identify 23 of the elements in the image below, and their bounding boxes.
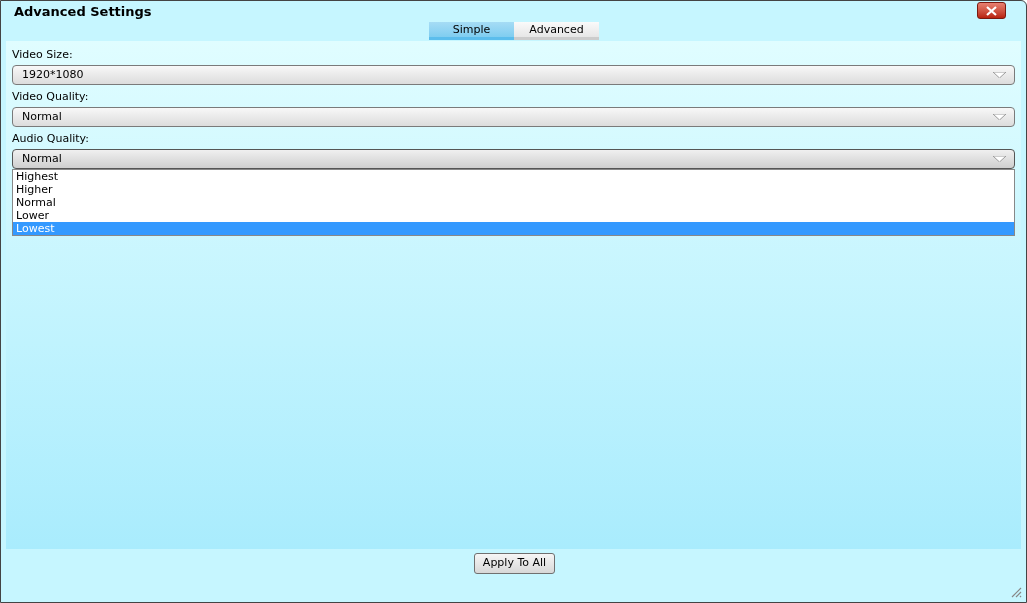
dropdown-option[interactable]: Normal	[13, 196, 1014, 209]
dropdown[interactable]: 1920*1080	[12, 65, 1015, 85]
caret-icon	[993, 114, 1006, 120]
apply-to-all-button[interactable]: Apply To All	[474, 553, 555, 574]
dropdown[interactable]: Normal	[12, 149, 1015, 169]
window-title: Advanced Settings	[14, 3, 152, 21]
field-label: Video Quality:	[12, 89, 89, 105]
dropdown-option[interactable]: Highest	[13, 170, 1014, 183]
close-icon	[986, 5, 997, 16]
dropdown-option[interactable]: Lower	[13, 209, 1014, 222]
dropdown-value: Normal	[22, 108, 62, 125]
resize-grip-icon	[1010, 586, 1022, 598]
dropdown-option[interactable]: Higher	[13, 183, 1014, 196]
tab[interactable]: Advanced	[514, 22, 599, 40]
field-label: Audio Quality:	[12, 131, 89, 147]
dropdown-value: 1920*1080	[22, 66, 84, 83]
dropdown[interactable]: Normal	[12, 107, 1015, 127]
close-button[interactable]	[977, 2, 1006, 19]
dropdown-value: Normal	[22, 150, 62, 167]
caret-icon	[993, 72, 1006, 78]
tab[interactable]: Simple	[429, 22, 514, 40]
field-label: Video Size:	[12, 47, 73, 63]
caret-icon	[993, 156, 1006, 162]
